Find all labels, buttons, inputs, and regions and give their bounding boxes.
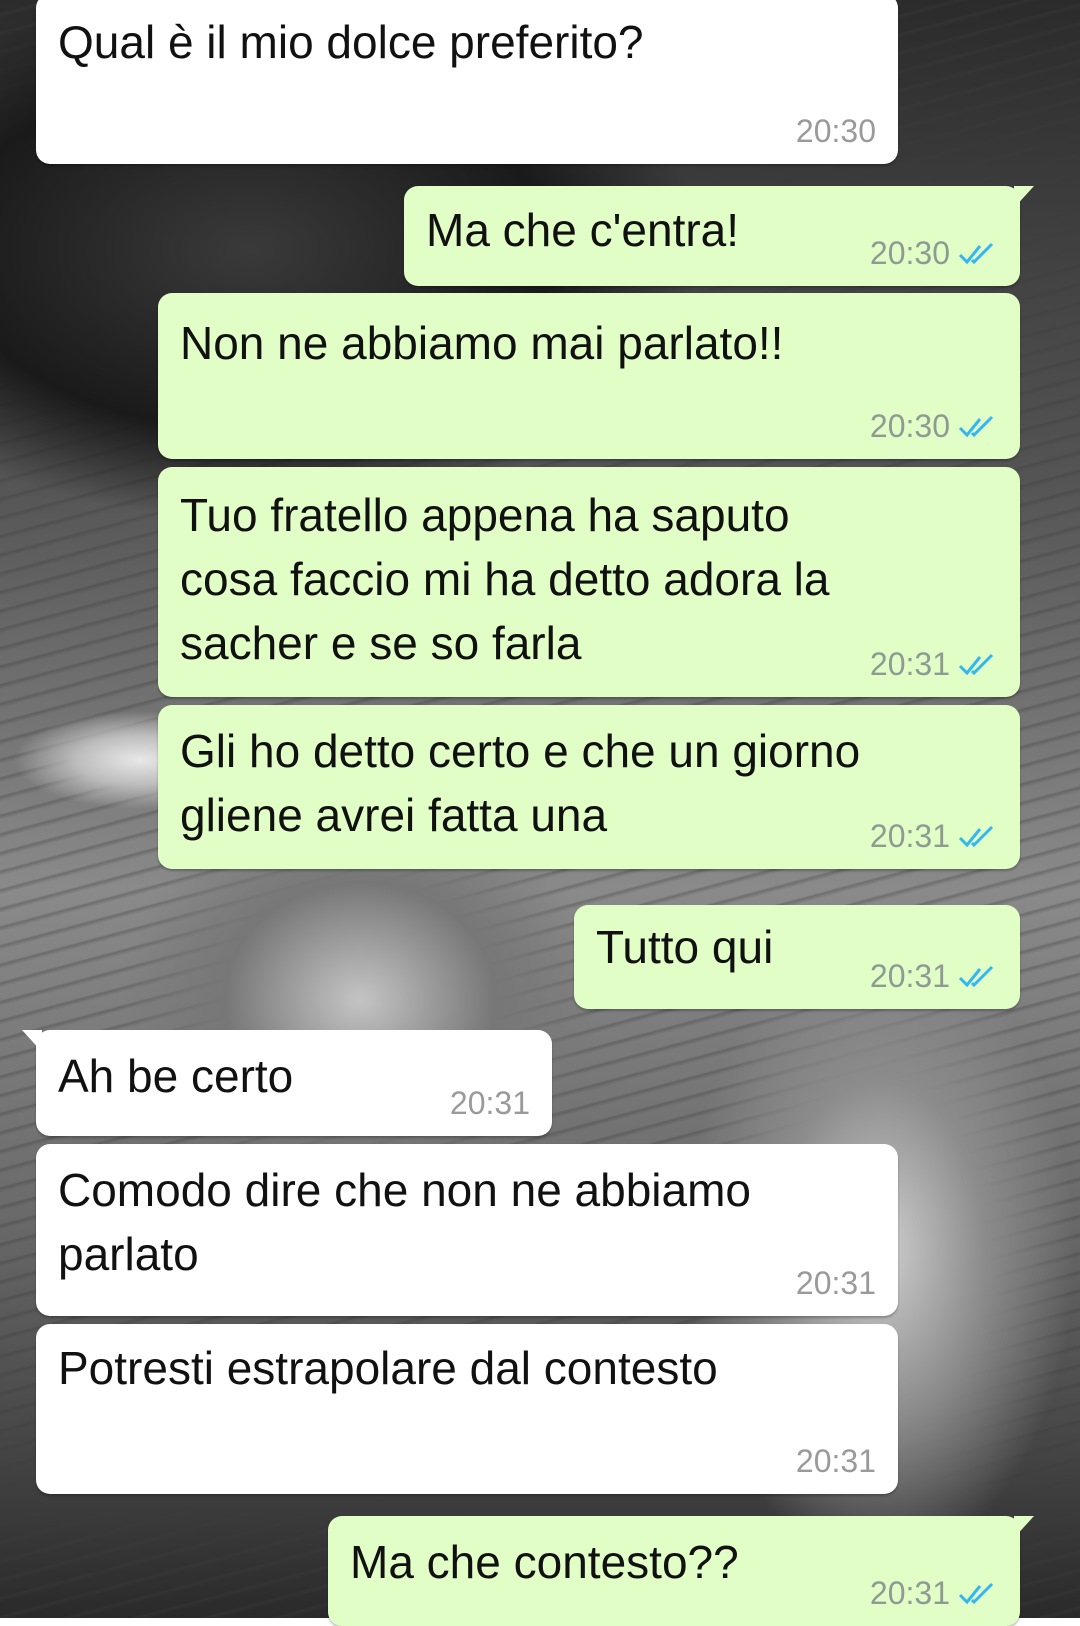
message-time: 20:31 (449, 1085, 530, 1121)
message-bubble-incoming[interactable]: Comodo dire che non ne abbiamo parlato 2… (36, 1144, 898, 1316)
message-time: 20:31 (869, 1575, 950, 1611)
message-meta: 20:31 (870, 1575, 998, 1612)
message-time: 20:31 (869, 646, 950, 682)
message-text: Non ne abbiamo mai parlato!! (180, 317, 784, 369)
message-bubble-outgoing[interactable]: Non ne abbiamo mai parlato!! 20:30 (158, 293, 1020, 459)
bubble-tail (1014, 186, 1034, 208)
message-meta: 20:30 (870, 235, 998, 272)
message-text: Ma che c'entra! (426, 204, 740, 256)
message-bubble-outgoing[interactable]: Ma che c'entra! 20:30 (404, 186, 1034, 286)
message-bubble-outgoing[interactable]: Ma che contesto?? 20:31 (328, 1516, 1034, 1626)
message-time: 20:31 (795, 1265, 876, 1301)
bubble-tail (1014, 1516, 1034, 1538)
read-double-check-icon (958, 825, 994, 847)
message-bubble-incoming[interactable]: Potresti estrapolare dal contesto 20:31 (36, 1324, 898, 1494)
message-text: Qual è il mio dolce preferito? (58, 16, 644, 68)
read-double-check-icon (958, 415, 994, 437)
message-meta: 20:31 (870, 646, 998, 683)
read-double-check-icon (958, 653, 994, 675)
message-bubble-outgoing[interactable]: Tuo fratello appena ha saputo cosa facci… (158, 467, 1020, 697)
message-meta: 20:31 (796, 1443, 876, 1480)
message-text: Gli ho detto certo e che un giorno glien… (180, 725, 861, 841)
message-text: Ma che contesto?? (350, 1536, 739, 1588)
message-time: 20:31 (869, 818, 950, 854)
message-time: 20:31 (869, 958, 950, 994)
message-time: 20:31 (795, 1443, 876, 1479)
message-meta: 20:31 (870, 958, 998, 995)
message-meta: 20:30 (796, 113, 876, 150)
read-double-check-icon (958, 1582, 994, 1604)
message-bubble-outgoing[interactable]: Gli ho detto certo e che un giorno glien… (158, 705, 1020, 869)
message-meta: 20:31 (450, 1085, 530, 1122)
message-text: Comodo dire che non ne abbiamo parlato (58, 1164, 752, 1280)
message-time: 20:30 (795, 113, 876, 149)
message-text: Ah be certo (58, 1050, 294, 1102)
message-text: Potresti estrapolare dal contesto (58, 1342, 718, 1394)
read-double-check-icon (958, 242, 994, 264)
bubble-tail (22, 1030, 42, 1052)
message-bubble-outgoing[interactable]: Tutto qui 20:31 (574, 905, 1020, 1009)
message-text: Tuo fratello appena ha saputo cosa facci… (180, 489, 830, 669)
read-double-check-icon (958, 965, 994, 987)
message-bubble-incoming[interactable]: Qual è il mio dolce preferito? 20:30 (36, 0, 898, 164)
message-meta: 20:31 (796, 1265, 876, 1302)
message-text: Tutto qui (596, 921, 774, 973)
message-bubble-incoming[interactable]: Ah be certo 20:31 (22, 1030, 552, 1136)
message-time: 20:30 (869, 235, 950, 271)
message-time: 20:30 (869, 408, 950, 444)
message-meta: 20:31 (870, 818, 998, 855)
message-meta: 20:30 (870, 408, 998, 445)
